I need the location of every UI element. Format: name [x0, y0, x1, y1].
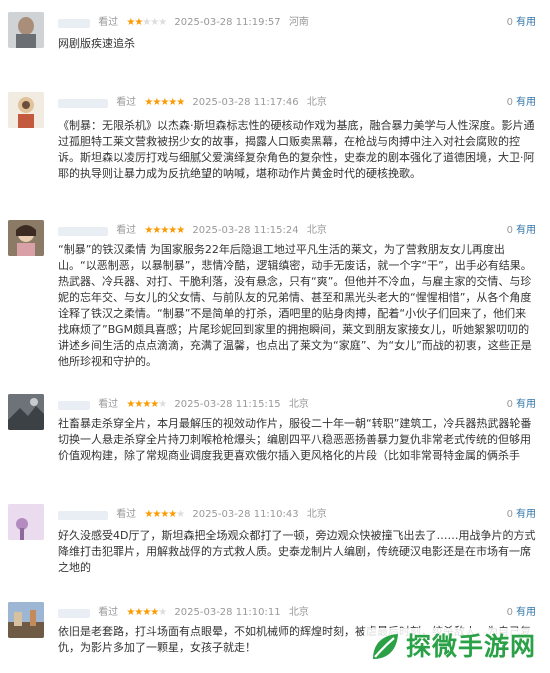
- watch-status: 看过: [116, 225, 137, 236]
- review-location: 北京: [306, 225, 327, 236]
- useful-button[interactable]: 有用: [516, 17, 536, 28]
- review-time: 2025-03-28 11:15:24: [192, 225, 299, 236]
- review-item: 看过 ★★★★★ 2025-03-28 11:17:46 北京 0 有用 《制暴：…: [0, 92, 550, 204]
- useful-button[interactable]: 有用: [516, 509, 536, 520]
- review-location: 北京: [288, 399, 309, 410]
- username[interactable]: [58, 18, 90, 28]
- review-item: 看过 ★★★★★ 2025-03-28 11:10:43 北京 0 有用 好久没感…: [0, 504, 550, 574]
- review-meta: 看过 ★★★★★ 2025-03-28 11:10:11 北京: [58, 606, 314, 620]
- watch-status: 看过: [116, 97, 137, 108]
- review-time: 2025-03-28 11:17:46: [192, 97, 299, 108]
- review-item: 看过 ★★★★★ 2025-03-28 11:15:15 北京 0 有用 社畜暴走…: [0, 394, 550, 476]
- star-empty-icon: ★: [176, 509, 185, 520]
- vote-count: 0: [506, 399, 513, 410]
- vote-count: 0: [506, 509, 513, 520]
- rating-stars: ★★★★★: [126, 606, 167, 620]
- review-text: 《制暴：无限杀机》以杰森·斯坦森标志性的硬核动作戏为基底，融合暴力美学与人性深度…: [58, 119, 535, 180]
- site-watermark: 探微手游网: [364, 628, 550, 668]
- review-time: 2025-03-28 11:10:11: [174, 607, 281, 618]
- username[interactable]: [58, 400, 90, 410]
- vote-useful: 0 有用: [504, 224, 536, 238]
- review-meta: 看过 ★★★★★ 2025-03-28 11:17:46 北京: [58, 96, 332, 110]
- star-empty-icon: ★: [158, 399, 167, 410]
- rating-stars: ★★★★★: [126, 398, 167, 412]
- username[interactable]: [58, 226, 108, 236]
- leaf-logo-icon: [373, 634, 398, 659]
- vote-count: 0: [506, 607, 513, 618]
- star-filled-icon: ★: [176, 97, 185, 108]
- rating-stars: ★★★★★: [144, 224, 185, 238]
- vote-count: 0: [506, 225, 513, 236]
- avatar[interactable]: [8, 602, 44, 638]
- review-text: 网剧版疾速追杀: [58, 37, 135, 50]
- review-meta: 看过 ★★★★★ 2025-03-28 11:19:57 河南: [58, 16, 314, 30]
- review-location: 北京: [306, 509, 327, 520]
- username[interactable]: [58, 98, 108, 108]
- vote-useful: 0 有用: [504, 16, 536, 30]
- review-text: “制暴”的铁汉柔情 为国家服务22年后隐退工地过平凡生活的莱文，为了营救朋友女儿…: [58, 243, 532, 368]
- star-empty-icon: ★: [158, 17, 167, 28]
- watch-status: 看过: [98, 17, 119, 28]
- review-meta: 看过 ★★★★★ 2025-03-28 11:15:15 北京: [58, 398, 314, 412]
- username[interactable]: [58, 608, 90, 618]
- rating-stars: ★★★★★: [144, 508, 185, 522]
- review-meta: 看过 ★★★★★ 2025-03-28 11:10:43 北京: [58, 508, 332, 522]
- star-filled-icon: ★: [176, 225, 185, 236]
- avatar[interactable]: [8, 220, 44, 256]
- watch-status: 看过: [116, 509, 137, 520]
- watch-status: 看过: [98, 607, 119, 618]
- review-time: 2025-03-28 11:10:43: [192, 509, 299, 520]
- review-text: 社畜暴走杀穿全片，本月最解压的视效动作片，服役二十年一朝“转职”建筑工，冷兵器热…: [58, 417, 532, 462]
- vote-useful: 0 有用: [504, 398, 536, 412]
- review-meta: 看过 ★★★★★ 2025-03-28 11:15:24 北京: [58, 224, 332, 238]
- star-empty-icon: ★: [158, 607, 167, 618]
- username[interactable]: [58, 510, 108, 520]
- review-time: 2025-03-28 11:15:15: [174, 399, 281, 410]
- review-text: 好久没感受4D厅了，斯坦森把全场观众都打了一顿，旁边观众快被撞飞出去了……用战争…: [58, 529, 536, 574]
- review-time: 2025-03-28 11:19:57: [174, 17, 281, 28]
- vote-count: 0: [506, 97, 513, 108]
- avatar[interactable]: [8, 12, 44, 48]
- watermark-text: 探微手游网: [406, 632, 537, 661]
- rating-stars: ★★★★★: [144, 96, 185, 110]
- review-item: 看过 ★★★★★ 2025-03-28 11:19:57 河南 0 有用 网剧版疾…: [0, 12, 550, 58]
- vote-count: 0: [506, 17, 513, 28]
- vote-useful: 0 有用: [504, 96, 536, 110]
- rating-stars: ★★★★★: [126, 16, 167, 30]
- avatar[interactable]: [8, 394, 44, 430]
- vote-useful: 0 有用: [504, 508, 536, 522]
- review-location: 北京: [288, 607, 309, 618]
- review-location: 北京: [306, 97, 327, 108]
- review-item: 看过 ★★★★★ 2025-03-28 11:15:24 北京 0 有用 “制暴”…: [0, 220, 550, 390]
- vote-useful: 0 有用: [504, 606, 536, 620]
- useful-button[interactable]: 有用: [516, 97, 536, 108]
- avatar[interactable]: [8, 504, 44, 540]
- useful-button[interactable]: 有用: [516, 399, 536, 410]
- useful-button[interactable]: 有用: [516, 607, 536, 618]
- avatar[interactable]: [8, 92, 44, 128]
- useful-button[interactable]: 有用: [516, 225, 536, 236]
- review-location: 河南: [288, 17, 309, 28]
- watch-status: 看过: [98, 399, 119, 410]
